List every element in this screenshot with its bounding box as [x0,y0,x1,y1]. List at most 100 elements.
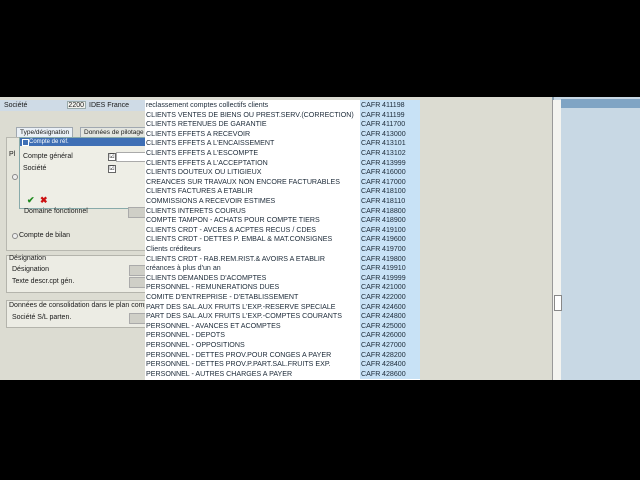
list-item[interactable]: PERSONNEL - REMUNERATIONS DUES CAFR 421000 [145,282,420,293]
list-item[interactable]: COMPTE TAMPON - ACHATS POUR COMPTE TIERS… [145,215,420,226]
list-item-account-number: 411198 [382,101,405,109]
list-item-plan: CAFR [361,101,381,109]
list-item-name: CLIENTS EFFETS A L'ENCAISSEMENT [146,139,275,148]
list-item-plan: CAFR [361,245,381,253]
radio-option[interactable] [12,174,18,180]
list-item-plan: CAFR [361,168,381,177]
list-item[interactable]: PERSONNEL - AVANCES ET ACOMPTES CAFR 42500… [145,320,420,331]
list-item[interactable]: CREANCES SUR TRAVAUX NON ENCORE FACTURAB… [145,176,420,187]
domaine-fonctionnel-field[interactable] [128,207,146,218]
compte-general-field[interactable] [116,152,146,162]
list-item-account-number: 411700 [382,120,406,129]
list-item[interactable]: CLIENTS EFFETS A L'ESCOMPTE CAFR 413102 [145,148,420,158]
societe-code-field[interactable]: 2200 [67,101,86,109]
list-item-account-number: 413101 [382,139,406,148]
list-item-key-cell: CAFR 413999 [360,157,420,168]
list-item[interactable]: Clients créditeurs CAFR 419700 [145,244,420,254]
tab-donnees-pilotage[interactable]: Données de pilotage [80,127,148,137]
list-item-account-number: 416000 [382,168,406,177]
list-item-name: Clients créditeurs [146,245,201,253]
list-item-plan: CAFR [361,341,381,349]
compte-bilan-label: Compte de bilan [19,232,70,239]
list-item-name: CLIENTS CRDT - DETTES P. EMBAL & MAT.CON… [146,235,333,244]
list-item-name: PERSONNEL - DEPOTS [146,331,225,340]
list-item[interactable]: PERSONNEL - AUTRES CHARGES A PAYER CAFR 42… [145,368,420,379]
list-item-key-cell: CAFR 411198 [360,100,420,110]
list-item-account-number: 419910 [382,264,406,273]
list-item[interactable]: reclassement comptes collectifs clients C… [145,100,420,110]
list-item[interactable]: CLIENTS CRDT - AVCES & ACPTES RECUS / CD… [145,224,420,235]
list-item[interactable]: CLIENTS EFFETS A L'ACCEPTATION CAFR 413999 [145,157,420,168]
list-item[interactable]: PART DES SAL.AUX FRUITS L'EXP.-COMPTES C… [145,311,420,322]
list-item-plan: CAFR [361,120,381,129]
list-item[interactable]: CLIENTS CRDT - RAB.REM.RIST.& AVOIRS A E… [145,253,420,264]
list-item[interactable]: COMITE D'ENTREPRISE - D'ETABLISSEMENT CAF… [145,292,420,302]
list-item-name: PERSONNEL - DETTES PROV.POUR CONGES A PA… [146,350,332,359]
list-item-key-cell: CAFR 422000 [360,292,420,302]
list-item-name: COMMISSIONS A RECEVOIR ESTIMES [146,197,276,205]
list-item-name: COMITE D'ENTREPRISE - D'ETABLISSEMENT [146,293,299,301]
list-item[interactable]: CLIENTS INTERETS COURUS CAFR 418800 [145,205,420,216]
list-item[interactable]: PART DES SAL.AUX FRUITS L'EXP.-RESERVE S… [145,301,420,312]
list-item-key-cell: CAFR 419100 [360,224,420,235]
list-item-name: PERSONNEL - OPPOSITIONS [146,341,245,349]
compte-general-checkbox[interactable]: ☑ [108,153,116,161]
list-item[interactable]: PERSONNEL - DETTES PROV.P.PART.SAL.FRUIT… [145,359,420,370]
cancel-x-icon[interactable]: ✖ [40,195,48,206]
list-item-key-cell: CAFR 419700 [360,244,420,254]
list-item-name: CLIENTS EFFETS A RECEVOIR [146,129,251,138]
account-dropdown-list[interactable]: reclassement comptes collectifs clients C… [145,100,420,380]
societe-checkbox-label: Société [23,165,47,172]
list-item-name: CLIENTS EFFETS A L'ACCEPTATION [146,158,268,167]
list-item[interactable]: CLIENTS EFFETS A RECEVOIR CAFR 413000 [145,128,420,139]
compte-bilan-radio[interactable] [12,233,18,239]
list-item[interactable]: CLIENTS CRDT - DETTES P. EMBAL & MAT.CON… [145,234,420,245]
list-item[interactable]: PERSONNEL - DEPOTS CAFR 426000 [145,330,420,341]
societe-label: Société [4,102,28,109]
list-item-key-cell: CAFR 428200 [360,349,420,360]
list-item-account-number: 419100 [382,225,406,234]
compte-general-label: Compte général [23,153,73,160]
list-item-plan: CAFR [361,321,381,330]
list-item-name: PERSONNEL - AUTRES CHARGES A PAYER [146,369,293,378]
list-item[interactable]: CLIENTS FACTURES A ETABLIR CAFR 418100 [145,186,420,197]
list-item[interactable]: créances à plus d'un an CAFR 419910 [145,263,420,274]
list-item-key-cell: CAFR 411199 [360,109,420,120]
list-item-key-cell: CAFR 418800 [360,205,420,216]
list-item-key-cell: CAFR 417000 [360,176,420,187]
list-item-plan: CAFR [361,158,381,167]
list-item-plan: CAFR [361,369,381,378]
consolidation-group: Données de consolidation dans le plan co… [6,300,164,328]
list-item-key-cell: CAFR 416000 [360,167,420,178]
list-item-plan: CAFR [361,139,381,148]
scrollbar-thumb[interactable] [554,295,562,311]
list-item-account-number: 424800 [382,312,406,321]
list-item[interactable]: CLIENTS DEMANDES D'ACOMPTES CAFR 419999 [145,272,420,283]
list-item-key-cell: CAFR 411700 [360,119,420,130]
list-item-name: CLIENTS DOUTEUX OU LITIGIEUX [146,168,262,177]
list-item[interactable]: PERSONNEL - DETTES PROV.POUR CONGES A PA… [145,349,420,360]
list-item[interactable]: COMMISSIONS A RECEVOIR ESTIMES CAFR 418110 [145,196,420,206]
list-item[interactable]: CLIENTS EFFETS A L'ENCAISSEMENT CAFR 41310… [145,138,420,149]
list-item-key-cell: CAFR 421000 [360,282,420,293]
societe-row: Société 2200 IDES France [0,100,145,111]
list-item-plan: CAFR [361,110,381,119]
list-item-key-cell: CAFR 419910 [360,263,420,274]
right-panel [552,97,640,380]
list-item[interactable]: PERSONNEL - OPPOSITIONS CAFR 427000 [145,340,420,350]
list-item[interactable]: CLIENTS RETENUES DE GARANTIE CAFR 411700 [145,119,420,130]
designation-group-title: Désignation [9,255,46,262]
societe-checkbox[interactable]: ☑ [108,165,116,173]
list-item-plan: CAFR [361,302,381,311]
list-item-plan: CAFR [361,206,381,215]
list-item[interactable]: CLIENTS DOUTEUX OU LITIGIEUX CAFR 416000 [145,167,420,178]
tab-type-designation[interactable]: Type/désignation [16,127,74,137]
list-item-plan: CAFR [361,273,381,282]
confirm-check-icon[interactable]: ✔ [27,195,35,206]
dropdown-scrollbar[interactable] [552,100,562,380]
designation-label: Désignation [12,266,49,273]
list-item-account-number: 411199 [382,110,405,119]
list-item[interactable]: CLIENTS VENTES DE BIENS OU PREST.SERV.(C… [145,109,420,120]
list-item-account-number: 424600 [382,302,406,311]
list-item-name: reclassement comptes collectifs clients [146,101,269,109]
